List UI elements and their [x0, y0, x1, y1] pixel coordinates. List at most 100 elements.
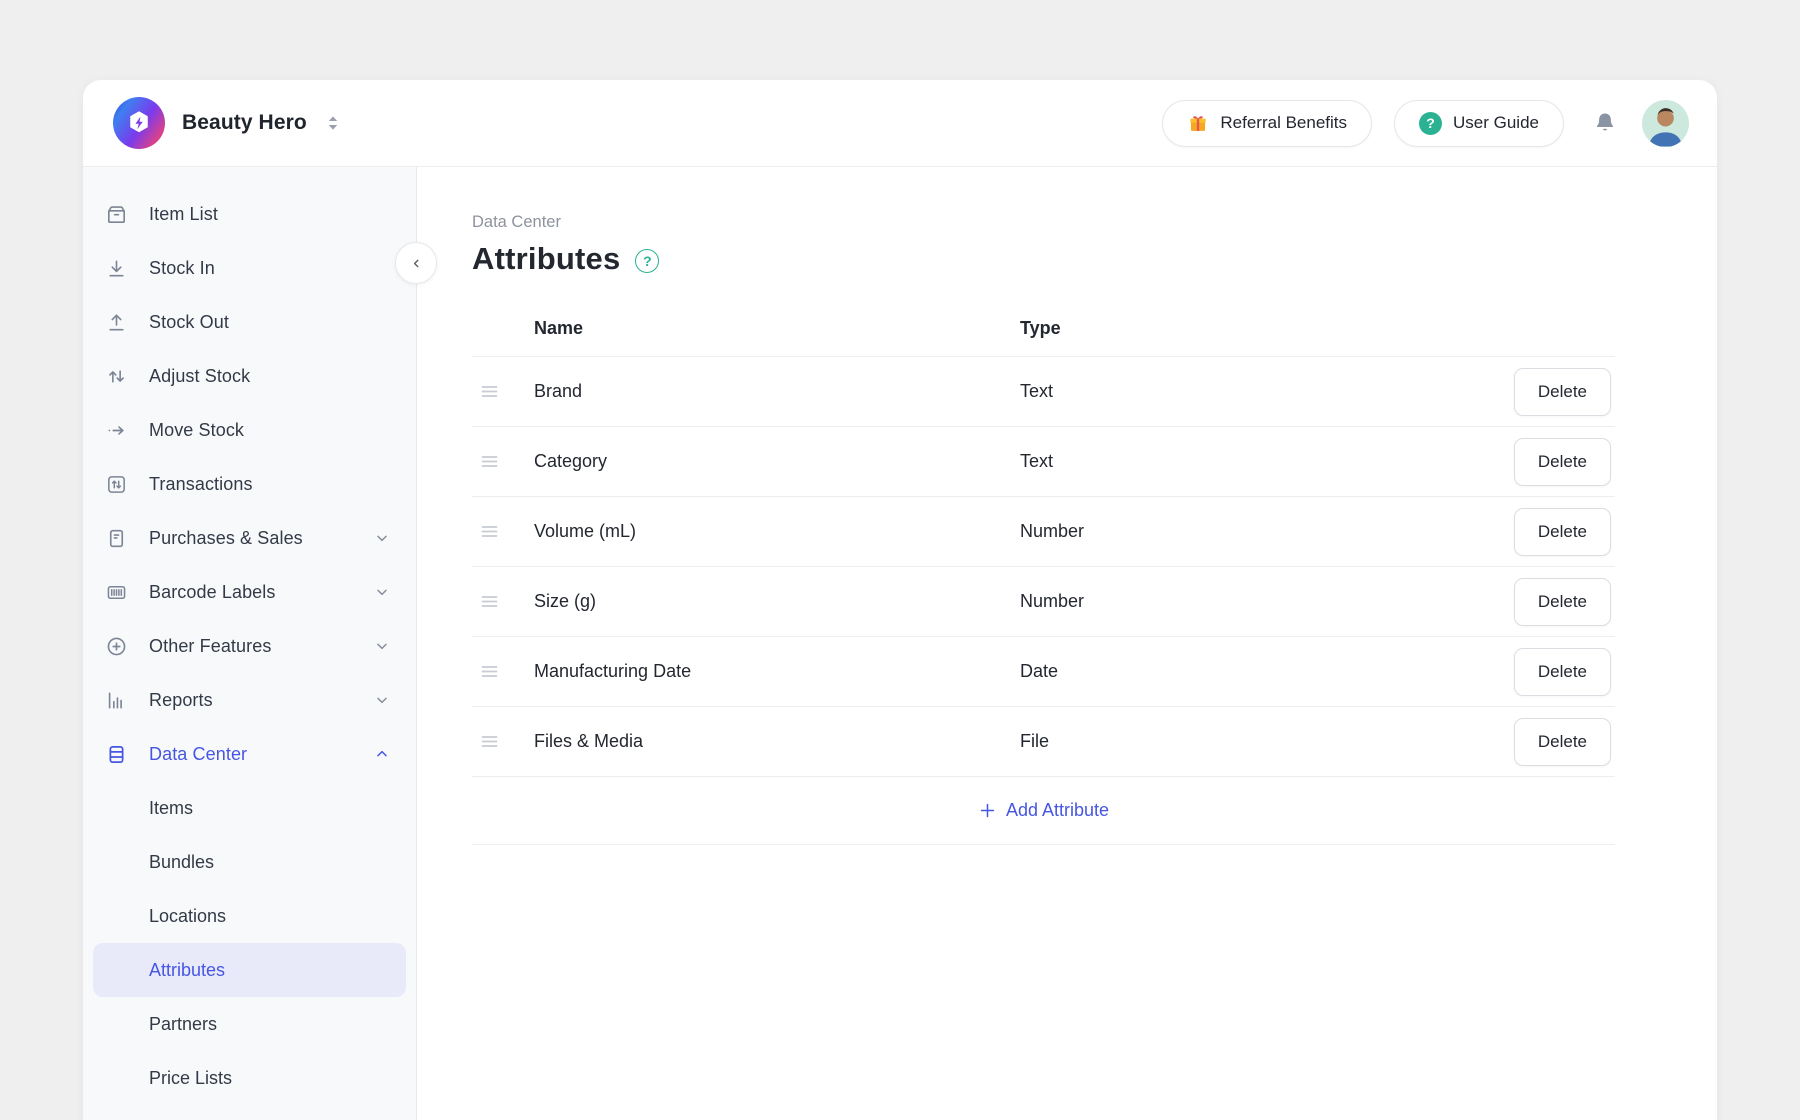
table-row: Files & Media File Delete — [472, 707, 1615, 777]
sidebar-item-label: Transactions — [149, 474, 253, 495]
sidebar-subitem-label: Partners — [149, 1014, 217, 1035]
sidebar-item-stock-out[interactable]: Stock Out — [83, 295, 416, 349]
stock-in-icon — [104, 256, 128, 280]
delete-button[interactable]: Delete — [1514, 368, 1611, 416]
sidebar: Item List Stock In Stock Out — [83, 167, 417, 1120]
drag-handle-icon[interactable] — [472, 665, 534, 678]
notifications-button[interactable] — [1590, 110, 1620, 136]
drag-handle-icon[interactable] — [472, 525, 534, 538]
drag-handle-icon[interactable] — [472, 595, 534, 608]
app-window: Beauty Hero Referral Benefits ? Us — [83, 80, 1717, 1120]
attribute-type: Number — [1020, 591, 1084, 612]
sidebar-item-label: Stock In — [149, 258, 215, 279]
attribute-name: Brand — [534, 381, 1020, 402]
table-row: Size (g) Number Delete — [472, 567, 1615, 637]
sidebar-subitem-label: Attributes — [149, 960, 225, 981]
sidebar-subitem-label: Items — [149, 798, 193, 819]
sidebar-collapse-button[interactable] — [395, 242, 437, 284]
delete-button[interactable]: Delete — [1514, 438, 1611, 486]
top-bar: Beauty Hero Referral Benefits ? Us — [83, 80, 1717, 167]
delete-button[interactable]: Delete — [1514, 648, 1611, 696]
sidebar-item-label: Reports — [149, 690, 213, 711]
sidebar-item-move-stock[interactable]: Move Stock — [83, 403, 416, 457]
sidebar-subitem-bundles[interactable]: Bundles — [83, 835, 416, 889]
plus-circle-icon — [104, 634, 128, 658]
bell-icon — [1592, 110, 1618, 136]
database-icon — [104, 742, 128, 766]
avatar-photo — [1642, 103, 1689, 147]
sidebar-item-other-features[interactable]: Other Features — [83, 619, 416, 673]
app-logo — [113, 97, 165, 149]
attribute-type: Text — [1020, 451, 1053, 472]
drag-handle-icon[interactable] — [472, 385, 534, 398]
bar-chart-icon — [104, 688, 128, 712]
sidebar-item-transactions[interactable]: Transactions — [83, 457, 416, 511]
drag-handle-icon[interactable] — [472, 735, 534, 748]
attribute-type: File — [1020, 731, 1049, 752]
drag-handle-icon[interactable] — [472, 455, 534, 468]
plus-icon — [978, 801, 997, 820]
barcode-icon — [104, 580, 128, 604]
workspace-name: Beauty Hero — [182, 111, 307, 135]
delete-button[interactable]: Delete — [1514, 718, 1611, 766]
chevron-down-icon — [374, 638, 390, 654]
table-row: Volume (mL) Number Delete — [472, 497, 1615, 567]
chevron-left-icon — [409, 256, 424, 271]
hexagon-bolt-icon — [124, 108, 154, 138]
sidebar-item-reports[interactable]: Reports — [83, 673, 416, 727]
sort-arrows-icon — [325, 113, 341, 133]
attributes-table: Name Type Brand Text Delete Category — [472, 301, 1615, 845]
sidebar-item-item-list[interactable]: Item List — [83, 187, 416, 241]
document-icon — [104, 526, 128, 550]
attribute-type: Date — [1020, 661, 1058, 682]
table-row: Category Text Delete — [472, 427, 1615, 497]
attribute-type: Text — [1020, 381, 1053, 402]
transactions-icon — [104, 472, 128, 496]
sidebar-subitem-label: Locations — [149, 906, 226, 927]
attribute-name: Files & Media — [534, 731, 1020, 752]
add-attribute-label: Add Attribute — [1006, 800, 1109, 821]
sidebar-subitem-locations[interactable]: Locations — [83, 889, 416, 943]
breadcrumb: Data Center — [472, 213, 1717, 232]
sidebar-item-purchases-sales[interactable]: Purchases & Sales — [83, 511, 416, 565]
column-header-type: Type — [1020, 318, 1061, 339]
sidebar-item-barcode-labels[interactable]: Barcode Labels — [83, 565, 416, 619]
delete-button[interactable]: Delete — [1514, 508, 1611, 556]
attribute-type: Number — [1020, 521, 1084, 542]
sidebar-subitem-attributes[interactable]: Attributes — [93, 943, 406, 997]
sidebar-subitem-label: Price Lists — [149, 1068, 232, 1089]
user-avatar[interactable] — [1642, 100, 1689, 147]
sidebar-subitem-label: Bundles — [149, 852, 214, 873]
sidebar-subitem-items[interactable]: Items — [83, 781, 416, 835]
gift-icon — [1187, 112, 1209, 134]
attribute-name: Category — [534, 451, 1020, 472]
table-row: Manufacturing Date Date Delete — [472, 637, 1615, 707]
user-guide-label: User Guide — [1453, 113, 1539, 133]
sidebar-subitem-price-lists[interactable]: Price Lists — [83, 1051, 416, 1105]
referral-benefits-button[interactable]: Referral Benefits — [1162, 100, 1372, 147]
sidebar-item-adjust-stock[interactable]: Adjust Stock — [83, 349, 416, 403]
table-header: Name Type — [472, 301, 1615, 357]
sidebar-subitem-partners[interactable]: Partners — [83, 997, 416, 1051]
sidebar-item-label: Adjust Stock — [149, 366, 250, 387]
adjust-stock-icon — [104, 364, 128, 388]
chevron-down-icon — [374, 530, 390, 546]
main-content: Data Center Attributes ? Name Type Brand… — [417, 167, 1717, 1120]
workspace-switcher[interactable] — [325, 113, 341, 133]
page-help-icon[interactable]: ? — [635, 249, 659, 273]
chevron-down-icon — [374, 584, 390, 600]
attribute-name: Volume (mL) — [534, 521, 1020, 542]
delete-button[interactable]: Delete — [1514, 578, 1611, 626]
user-guide-button[interactable]: ? User Guide — [1394, 100, 1564, 147]
table-row: Brand Text Delete — [472, 357, 1615, 427]
sidebar-item-label: Move Stock — [149, 420, 244, 441]
add-attribute-button[interactable]: Add Attribute — [472, 777, 1615, 845]
chevron-up-icon — [374, 746, 390, 762]
column-header-name: Name — [534, 318, 1020, 339]
sidebar-item-stock-in[interactable]: Stock In — [83, 241, 416, 295]
sidebar-item-data-center[interactable]: Data Center — [83, 727, 416, 781]
chevron-down-icon — [374, 692, 390, 708]
sidebar-item-label: Stock Out — [149, 312, 229, 333]
sidebar-item-label: Barcode Labels — [149, 582, 276, 603]
box-icon — [104, 202, 128, 226]
